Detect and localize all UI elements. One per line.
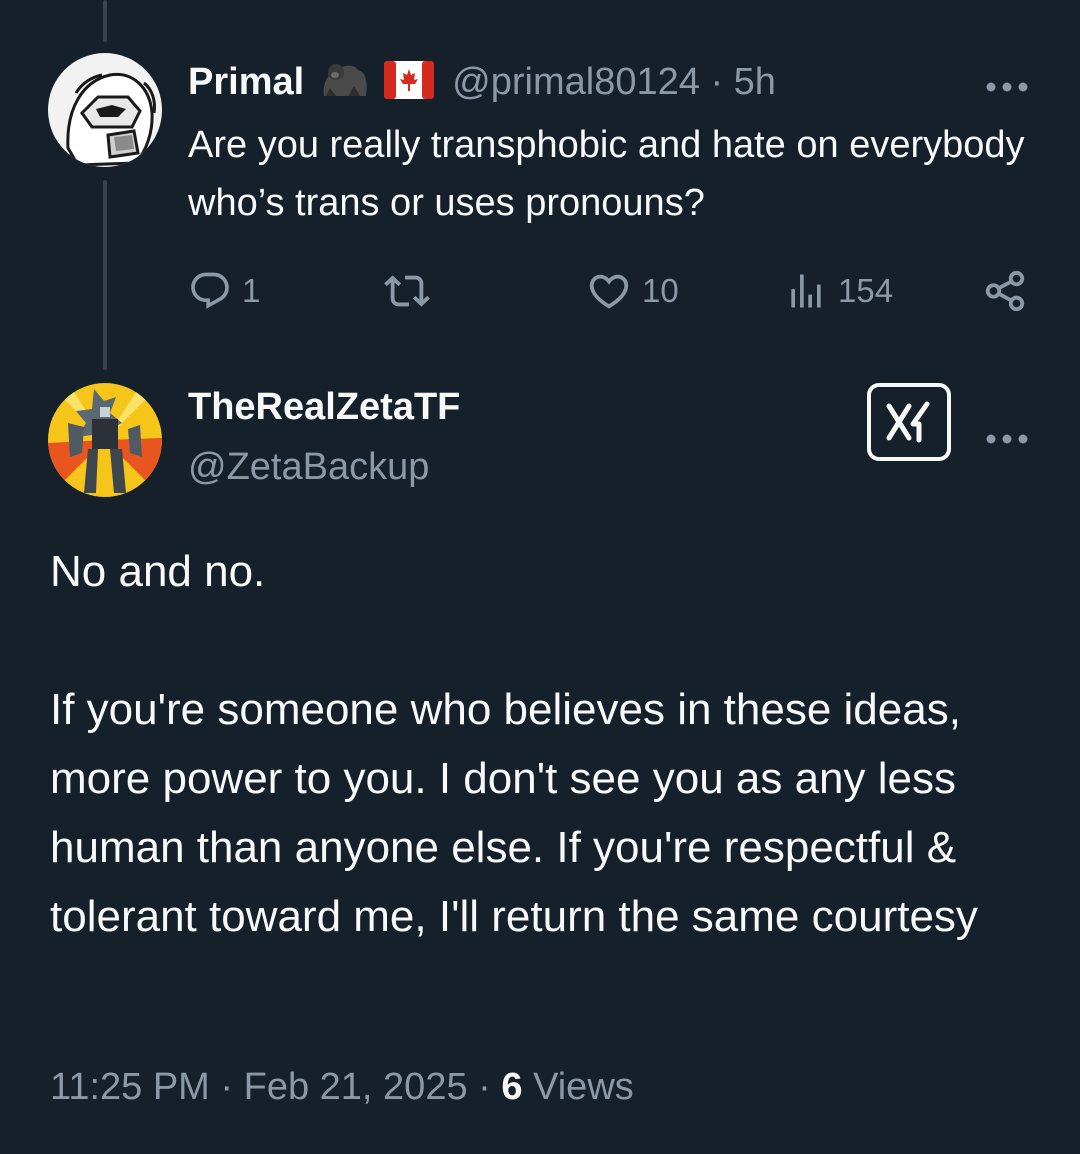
tweet-time[interactable]: 11:25 PM bbox=[50, 1066, 210, 1108]
thread-line bbox=[103, 180, 107, 370]
tweet-handle[interactable]: @ZetaBackup bbox=[188, 446, 429, 489]
like-button[interactable]: 10 bbox=[586, 266, 679, 316]
tweet-views-count[interactable]: 6 bbox=[501, 1066, 522, 1108]
separator: · bbox=[478, 1066, 491, 1108]
reply-handle-time: @primal80124 · 5h bbox=[452, 61, 776, 104]
reply-icon bbox=[191, 272, 229, 309]
tweet-meta: 11:25 PM · Feb 21, 2025 · 6 Views bbox=[50, 1066, 634, 1109]
more-dots-icon[interactable] bbox=[984, 66, 1030, 100]
separator: · bbox=[710, 60, 724, 103]
tweet-date[interactable]: Feb 21, 2025 bbox=[244, 1066, 468, 1108]
thread-line-top bbox=[103, 0, 107, 42]
tweet-text-paragraph-2: If you're someone who believes in these … bbox=[50, 685, 978, 941]
retweet-icon bbox=[384, 275, 430, 307]
views-icon bbox=[791, 274, 821, 308]
retweet-button[interactable] bbox=[384, 266, 440, 316]
canada-flag-icon bbox=[384, 60, 435, 104]
tweet-views-label: Views bbox=[533, 1066, 634, 1108]
share-button[interactable] bbox=[982, 266, 1028, 316]
reply-time[interactable]: 5h bbox=[734, 61, 776, 103]
view-count: 154 bbox=[838, 272, 894, 309]
tweet-text-paragraph-1: No and no. bbox=[50, 547, 266, 596]
reply-header: Primal @primal80124 · 5h bbox=[188, 56, 776, 108]
views-button[interactable]: 154 bbox=[784, 266, 893, 316]
heart-icon bbox=[589, 274, 629, 309]
separator: · bbox=[220, 1066, 234, 1108]
reply-handle[interactable]: @primal80124 bbox=[452, 61, 700, 103]
like-count: 10 bbox=[642, 272, 679, 309]
reply-actions: 1 10 154 bbox=[188, 266, 1028, 316]
reply-text: Are you really transphobic and hate on e… bbox=[188, 124, 1025, 224]
gorilla-emoji-icon bbox=[318, 60, 370, 105]
reply-button[interactable]: 1 bbox=[188, 266, 260, 316]
grok-button[interactable] bbox=[867, 383, 951, 461]
share-icon bbox=[985, 270, 1025, 312]
avatar-zeta[interactable] bbox=[48, 383, 162, 497]
reply-display-name[interactable]: Primal bbox=[188, 61, 304, 104]
reply-count: 1 bbox=[242, 272, 261, 309]
grok-icon bbox=[886, 401, 930, 443]
more-dots-icon[interactable] bbox=[984, 418, 1030, 452]
tweet-display-name[interactable]: TheRealZetaTF bbox=[188, 386, 460, 429]
avatar-primal[interactable] bbox=[48, 53, 162, 167]
